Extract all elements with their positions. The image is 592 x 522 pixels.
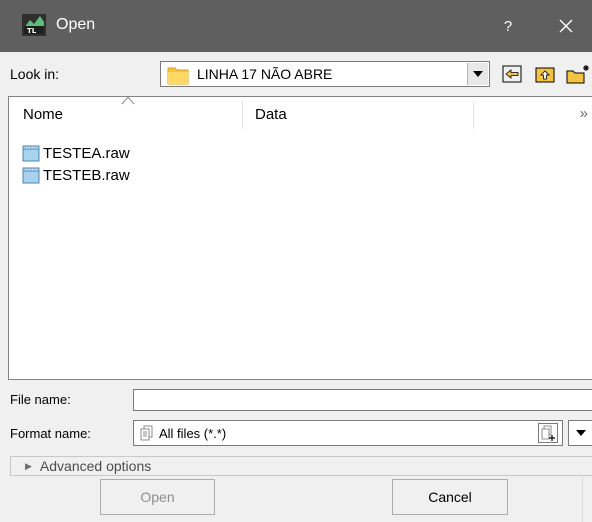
- file-list[interactable]: Nome Data » TESTEA.raw TESTEB.raw: [8, 96, 592, 380]
- look-in-label: Look in:: [10, 66, 60, 82]
- file-name: TESTEA.raw: [43, 144, 130, 162]
- file-icon: [22, 167, 40, 184]
- list-item[interactable]: TESTEA.raw: [21, 143, 130, 163]
- up-folder-button[interactable]: [533, 61, 557, 87]
- title-bar: TL Open ?: [0, 0, 592, 52]
- file-name-label: File name:: [10, 392, 71, 407]
- file-name-input[interactable]: [133, 389, 592, 411]
- add-document-icon[interactable]: [538, 423, 558, 443]
- documents-icon: [140, 425, 153, 441]
- column-header-data[interactable]: Data: [255, 97, 465, 131]
- file-name: TESTEB.raw: [43, 166, 130, 184]
- sort-up-icon: [121, 96, 135, 105]
- close-button[interactable]: [540, 0, 592, 52]
- advanced-options-label: Advanced options: [39, 458, 152, 474]
- look-in-value: LINHA 17 NÃO ABRE: [197, 66, 333, 82]
- expand-arrow-icon: ▶: [25, 460, 32, 471]
- column-separator: [242, 101, 243, 129]
- help-button[interactable]: ?: [480, 0, 536, 52]
- format-value: All files (*.*): [159, 426, 227, 441]
- back-button[interactable]: [500, 61, 524, 87]
- format-dropdown-arrow[interactable]: [568, 420, 592, 446]
- advanced-options-toggle[interactable]: ▶ Advanced options: [10, 456, 592, 476]
- format-dropdown[interactable]: All files (*.*): [133, 420, 563, 446]
- open-button[interactable]: Open: [100, 479, 215, 515]
- column-separator: [473, 101, 474, 129]
- new-folder-icon: [566, 65, 589, 84]
- look-in-dropdown[interactable]: LINHA 17 NÃO ABRE: [160, 61, 490, 87]
- list-item[interactable]: TESTEB.raw: [21, 165, 130, 185]
- file-icon: [22, 145, 40, 162]
- app-icon: TL: [22, 14, 46, 36]
- close-icon: [559, 19, 573, 33]
- new-folder-button[interactable]: [566, 61, 590, 87]
- back-arrow-icon: [502, 65, 522, 83]
- folder-icon: [167, 67, 189, 85]
- look-in-arrow[interactable]: [467, 63, 488, 85]
- divider: [582, 476, 583, 522]
- chevron-down-icon: [473, 71, 483, 77]
- more-columns-indicator[interactable]: »: [580, 105, 588, 122]
- cancel-button[interactable]: Cancel: [392, 479, 508, 515]
- chevron-down-icon: [575, 430, 586, 436]
- format-name-label: Format name:: [10, 426, 91, 441]
- window-title: Open: [56, 16, 96, 33]
- list-header: Nome Data »: [9, 96, 592, 131]
- up-folder-icon: [535, 67, 555, 83]
- svg-text:TL: TL: [27, 27, 37, 35]
